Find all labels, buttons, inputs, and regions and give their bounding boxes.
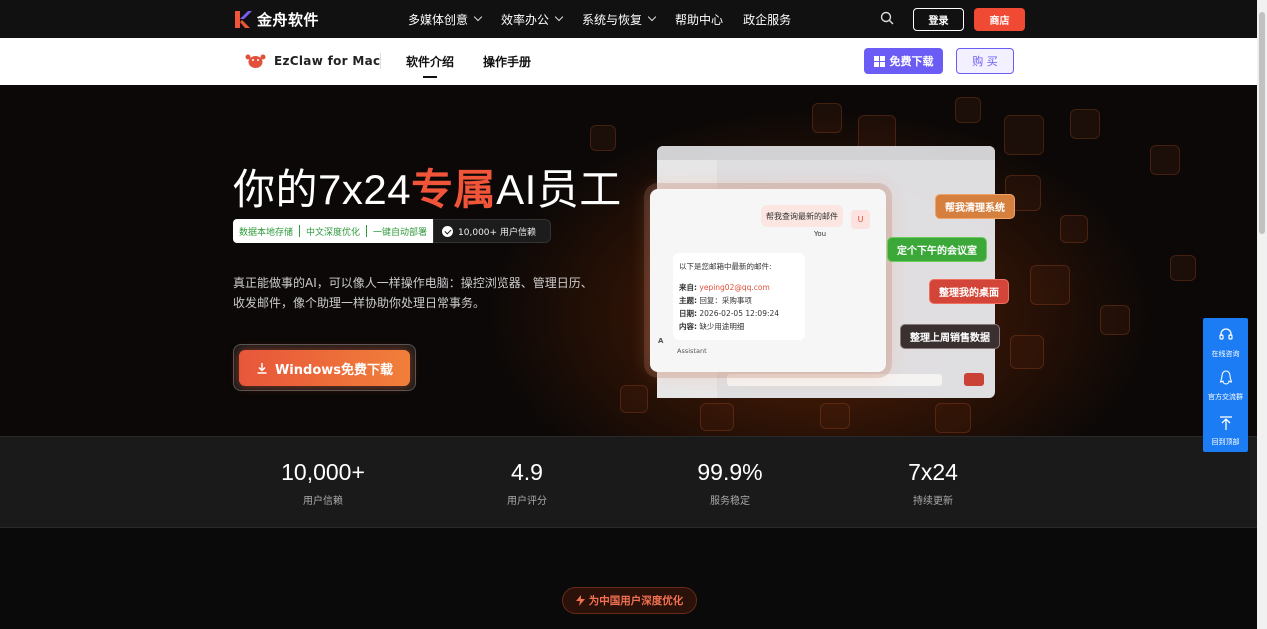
back-to-top-button[interactable]: 回到顶部 [1203, 415, 1248, 447]
prompt-pill-desktop: 整理我的桌面 [929, 279, 1009, 304]
scrollbar-thumb[interactable] [1259, 12, 1265, 234]
divider [299, 225, 301, 237]
hero-section: 你的7x24专属AI员工 数据本地存储 中文深度优化 一键自动部署 10,000… [0, 85, 1257, 436]
floating-sidebar: 在线咨询 官方交流群 回到顶部 [1203, 318, 1248, 452]
tab-intro[interactable]: 软件介绍 [406, 53, 454, 78]
china-optimized-badge: 为中国用户深度优化 [562, 587, 697, 614]
assistant-message: 以下是您邮箱中最新的邮件: 来自: yeping02@qq.com 主题: 回复… [673, 253, 805, 340]
windows-download-wrapper: Windows免费下载 [233, 344, 416, 391]
headset-icon [1218, 328, 1233, 340]
tag-one-click-deploy: 一键自动部署 [373, 227, 428, 238]
product-subnav: EzClaw for Mac 软件介绍 操作手册 免费下载 购 买 [0, 38, 1257, 85]
divider [366, 225, 368, 237]
tag-group: 数据本地存储 中文深度优化 一键自动部署 [233, 219, 434, 243]
lightning-icon [575, 595, 585, 606]
product-title[interactable]: EzClaw for Mac [245, 51, 380, 70]
shop-button[interactable]: 商店 [974, 8, 1025, 31]
windows-download-button[interactable]: Windows免费下载 [239, 350, 410, 386]
stat-stability: 99.9% 服务稳定 [697, 459, 763, 507]
main-menu: 多媒体创意 效率办公 系统与恢复 帮助中心 政企服务 [408, 0, 791, 38]
decor-square [1010, 335, 1044, 369]
chevron-down-icon [647, 12, 657, 22]
decor-square [1170, 255, 1196, 281]
search-icon[interactable] [880, 11, 894, 25]
assistant-avatar: A [658, 337, 664, 345]
lobster-logo-icon [245, 54, 266, 68]
check-circle-icon [442, 225, 454, 237]
lower-section: 为中国用户深度优化 [0, 529, 1257, 629]
decor-square [812, 103, 842, 133]
login-button[interactable]: 登录 [913, 8, 964, 31]
decor-square [1030, 265, 1070, 305]
decor-square [620, 385, 648, 413]
hero-title: 你的7x24专属AI员工 [233, 166, 622, 213]
free-download-button[interactable]: 免费下载 [864, 48, 943, 74]
nav-multimedia[interactable]: 多媒体创意 [408, 11, 483, 28]
feature-tags: 数据本地存储 中文深度优化 一键自动部署 10,000+ 用户信赖 [233, 219, 551, 243]
top-navbar: 金舟软件 多媒体创意 效率办公 系统与恢复 帮助中心 政企服务 登录 商店 [0, 0, 1257, 38]
assistant-label: Assistant [677, 347, 707, 355]
brand-name: 金舟软件 [257, 11, 320, 29]
window-titlebar [657, 146, 995, 160]
stat-users: 10,000+ 用户信赖 [281, 459, 365, 507]
nav-system[interactable]: 系统与恢复 [582, 11, 657, 28]
window-send-button [964, 373, 984, 386]
decor-square [1004, 115, 1044, 155]
decor-square [1070, 109, 1100, 139]
chat-card: 帮我查询最新的邮件 U You 以下是您邮箱中最新的邮件: 来自: yeping… [650, 189, 886, 372]
arrow-up-icon [1219, 416, 1232, 430]
buy-button[interactable]: 购 买 [956, 48, 1014, 74]
divider [380, 53, 381, 69]
you-label: You [814, 230, 827, 238]
stats-bar: 10,000+ 用户信赖 4.9 用户评分 99.9% 服务稳定 7x24 持续… [0, 436, 1257, 528]
product-name: EzClaw for Mac [274, 53, 381, 68]
users-trust-badge: 10,000+ 用户信赖 [433, 219, 551, 243]
prompt-pill-meeting-room: 定个下午的会议室 [887, 237, 987, 262]
page-scrollbar[interactable] [1257, 0, 1267, 629]
windows-icon [873, 55, 885, 67]
qq-icon [1219, 370, 1232, 385]
decor-square [1150, 145, 1180, 175]
brand-logo-icon [235, 11, 252, 28]
prompt-pill-sales-data: 整理上周销售数据 [900, 324, 1000, 349]
nav-help[interactable]: 帮助中心 [675, 11, 723, 28]
hero-description: 真正能做事的AI，可以像人一样操作电脑：操控浏览器、管理日历、收发邮件，像个助理… [233, 276, 593, 310]
chevron-down-icon [554, 12, 564, 22]
decor-square [955, 97, 981, 123]
stat-updates: 7x24 持续更新 [908, 459, 958, 507]
tag-chinese-opt: 中文深度优化 [306, 227, 361, 238]
window-input [727, 374, 942, 386]
decor-square [700, 403, 734, 431]
decor-square [820, 403, 850, 429]
qq-group-button[interactable]: 官方交流群 [1203, 370, 1248, 402]
download-icon [257, 363, 267, 374]
decor-square [1100, 305, 1130, 335]
decor-square [590, 125, 616, 151]
chevron-down-icon [473, 12, 483, 22]
user-avatar: U [851, 210, 870, 229]
tag-local-storage: 数据本地存储 [239, 227, 294, 238]
prompt-pill-clean-system: 帮我清理系统 [935, 194, 1015, 219]
decor-square [1060, 215, 1088, 243]
online-consult-button[interactable]: 在线咨询 [1203, 327, 1248, 359]
nav-enterprise[interactable]: 政企服务 [743, 11, 791, 28]
brand-logo-link[interactable]: 金舟软件 [233, 9, 319, 30]
tab-manual[interactable]: 操作手册 [483, 53, 531, 70]
stat-rating: 4.9 用户评分 [507, 459, 547, 507]
user-message: 帮我查询最新的邮件 [761, 205, 843, 227]
decor-square [935, 403, 971, 433]
nav-office[interactable]: 效率办公 [501, 11, 564, 28]
